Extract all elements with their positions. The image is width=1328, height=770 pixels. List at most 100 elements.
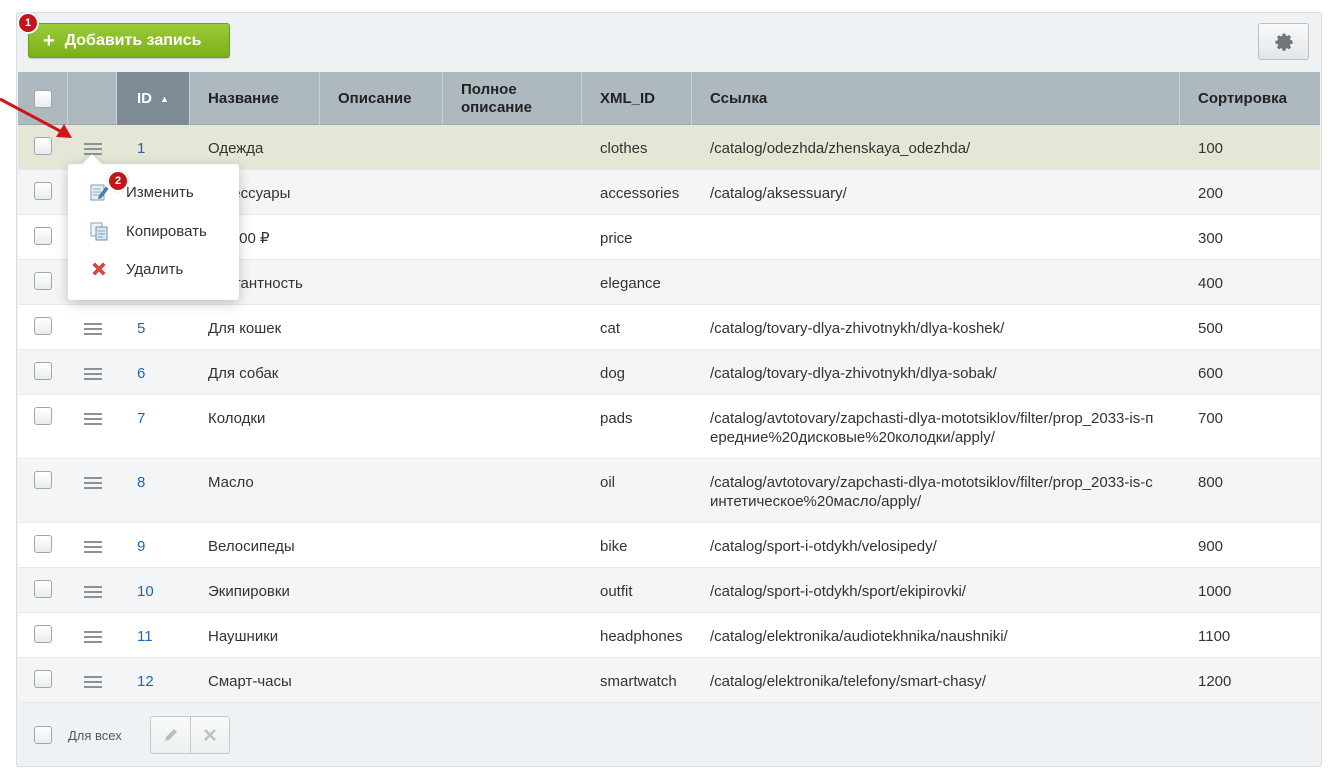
table-row[interactable]: 12 Смарт-часы smartwatch /catalog/elektr… [18, 658, 1320, 703]
row-link-cell: /catalog/tovary-dlya-zhivotnykh/dlya-kos… [692, 305, 1180, 349]
hamburger-icon[interactable] [83, 412, 102, 426]
row-description-cell [320, 215, 443, 259]
menu-item-copy[interactable]: Копировать [68, 213, 239, 249]
column-header-id[interactable]: ID ▲ [117, 72, 190, 125]
column-full-line2: описание [461, 98, 532, 116]
row-checkbox[interactable] [34, 317, 52, 335]
hamburger-icon[interactable] [83, 476, 102, 490]
row-id-cell: 5 [117, 305, 190, 349]
row-checkbox[interactable] [34, 182, 52, 200]
column-header-link[interactable]: Ссылка [692, 72, 1180, 125]
row-menu-cell [68, 613, 117, 657]
row-full-description-cell [443, 125, 582, 169]
row-checkbox[interactable] [34, 535, 52, 553]
row-link-cell: /catalog/elektronika/telefony/smart-chas… [692, 658, 1180, 702]
row-xml-cell: smartwatch [582, 658, 692, 702]
row-full-description-cell [443, 613, 582, 657]
column-header-full-description[interactable]: Полное описание [443, 72, 582, 125]
row-checkbox[interactable] [34, 670, 52, 688]
row-id-link[interactable]: 12 [137, 672, 154, 691]
row-id-link[interactable]: 10 [137, 582, 154, 601]
row-id-cell: 10 [117, 568, 190, 612]
hamburger-icon[interactable] [83, 367, 102, 381]
row-full-description-cell [443, 215, 582, 259]
for-all-checkbox[interactable] [34, 726, 52, 744]
row-id-link[interactable]: 7 [137, 409, 145, 428]
column-header-description[interactable]: Описание [320, 72, 443, 125]
menu-item-edit[interactable]: Изменить [68, 174, 239, 210]
row-link: /catalog/elektronika/audiotekhnika/naush… [710, 628, 1008, 645]
table-row[interactable]: 9 Велосипеды bike /catalog/sport-i-otdyk… [18, 523, 1320, 568]
column-header-name[interactable]: Название [190, 72, 320, 125]
footer-select-wrap [18, 726, 68, 744]
row-xml-cell: price [582, 215, 692, 259]
table-row[interactable]: 10 Экипировки outfit /catalog/sport-i-ot… [18, 568, 1320, 613]
table-row[interactable]: 7 Колодки pads /catalog/avtotovary/zapch… [18, 395, 1320, 459]
row-sort-cell: 600 [1180, 350, 1320, 394]
hamburger-icon[interactable] [83, 322, 102, 336]
column-header-sort[interactable]: Сортировка [1180, 72, 1320, 125]
row-checkbox[interactable] [34, 227, 52, 245]
row-link-cell: /catalog/tovary-dlya-zhivotnykh/dlya-sob… [692, 350, 1180, 394]
table-row[interactable]: 6 Для собак dog /catalog/tovary-dlya-zhi… [18, 350, 1320, 395]
row-checkbox[interactable] [34, 362, 52, 380]
grid-footer: Для всех [18, 706, 1320, 764]
row-checkbox[interactable] [34, 407, 52, 425]
row-id-link[interactable]: 9 [137, 537, 145, 556]
row-link-cell: /catalog/odezhda/zhenskaya_odezhda/ [692, 125, 1180, 169]
table-row[interactable]: 5 Для кошек cat /catalog/tovary-dlya-zhi… [18, 305, 1320, 350]
row-id-cell: 8 [117, 459, 190, 522]
row-id-link[interactable]: 11 [137, 627, 153, 646]
row-sort: 700 [1198, 410, 1224, 427]
footer-edit-button[interactable] [151, 717, 190, 753]
hamburger-icon[interactable] [83, 630, 102, 644]
row-name: Смарт-часы [208, 673, 292, 690]
row-xml-cell: clothes [582, 125, 692, 169]
row-sort-cell: 700 [1180, 395, 1320, 458]
settings-button[interactable] [1258, 23, 1309, 60]
row-full-description-cell [443, 459, 582, 522]
row-sort-cell: 900 [1180, 523, 1320, 567]
row-select-cell [18, 658, 68, 702]
menu-item-delete[interactable]: Удалить [68, 251, 239, 287]
column-name-label: Название [208, 89, 279, 107]
row-sort: 300 [1198, 230, 1224, 247]
row-full-description-cell [443, 568, 582, 612]
row-xml-cell: accessories [582, 170, 692, 214]
row-name-cell: Колодки [190, 395, 320, 458]
row-menu-cell [68, 305, 117, 349]
row-id-link[interactable]: 1 [137, 139, 145, 158]
row-checkbox[interactable] [34, 625, 52, 643]
column-full-description-label: Полное описание [461, 81, 532, 117]
row-full-description-cell [443, 305, 582, 349]
row-xml-id: oil [600, 474, 616, 491]
row-full-description-cell [443, 395, 582, 458]
table-row[interactable]: 11 Наушники headphones /catalog/elektron… [18, 613, 1320, 658]
row-id-link[interactable]: 6 [137, 364, 145, 383]
row-sort: 600 [1198, 365, 1224, 382]
step-badge-1: 1 [17, 12, 39, 34]
row-link: /catalog/odezhda/zhenskaya_odezhda/ [710, 140, 971, 157]
row-id-link[interactable]: 8 [137, 473, 145, 492]
hamburger-icon[interactable] [83, 540, 102, 554]
row-link: /catalog/tovary-dlya-zhivotnykh/dlya-kos… [710, 320, 1005, 337]
add-record-button[interactable]: + Добавить запись [28, 23, 230, 58]
row-checkbox[interactable] [34, 471, 52, 489]
row-id-link[interactable]: 5 [137, 319, 145, 338]
row-xml-cell: pads [582, 395, 692, 458]
row-checkbox[interactable] [34, 580, 52, 598]
footer-delete-button[interactable] [190, 717, 229, 753]
hamburger-icon[interactable] [83, 675, 102, 689]
table-row[interactable]: 8 Масло oil /catalog/avtotovary/zapchast… [18, 459, 1320, 523]
menu-item-delete-label: Удалить [126, 260, 184, 278]
pencil-icon [164, 729, 177, 741]
row-name-cell: Масло [190, 459, 320, 522]
column-header-xml-id[interactable]: XML_ID [582, 72, 692, 125]
row-sort: 1000 [1198, 583, 1232, 600]
row-checkbox[interactable] [34, 272, 52, 290]
hamburger-icon[interactable] [83, 585, 102, 599]
menu-item-edit-label: Изменить [126, 183, 194, 201]
row-sort: 1100 [1198, 628, 1231, 645]
row-sort-cell: 400 [1180, 260, 1320, 304]
row-xml-cell: bike [582, 523, 692, 567]
